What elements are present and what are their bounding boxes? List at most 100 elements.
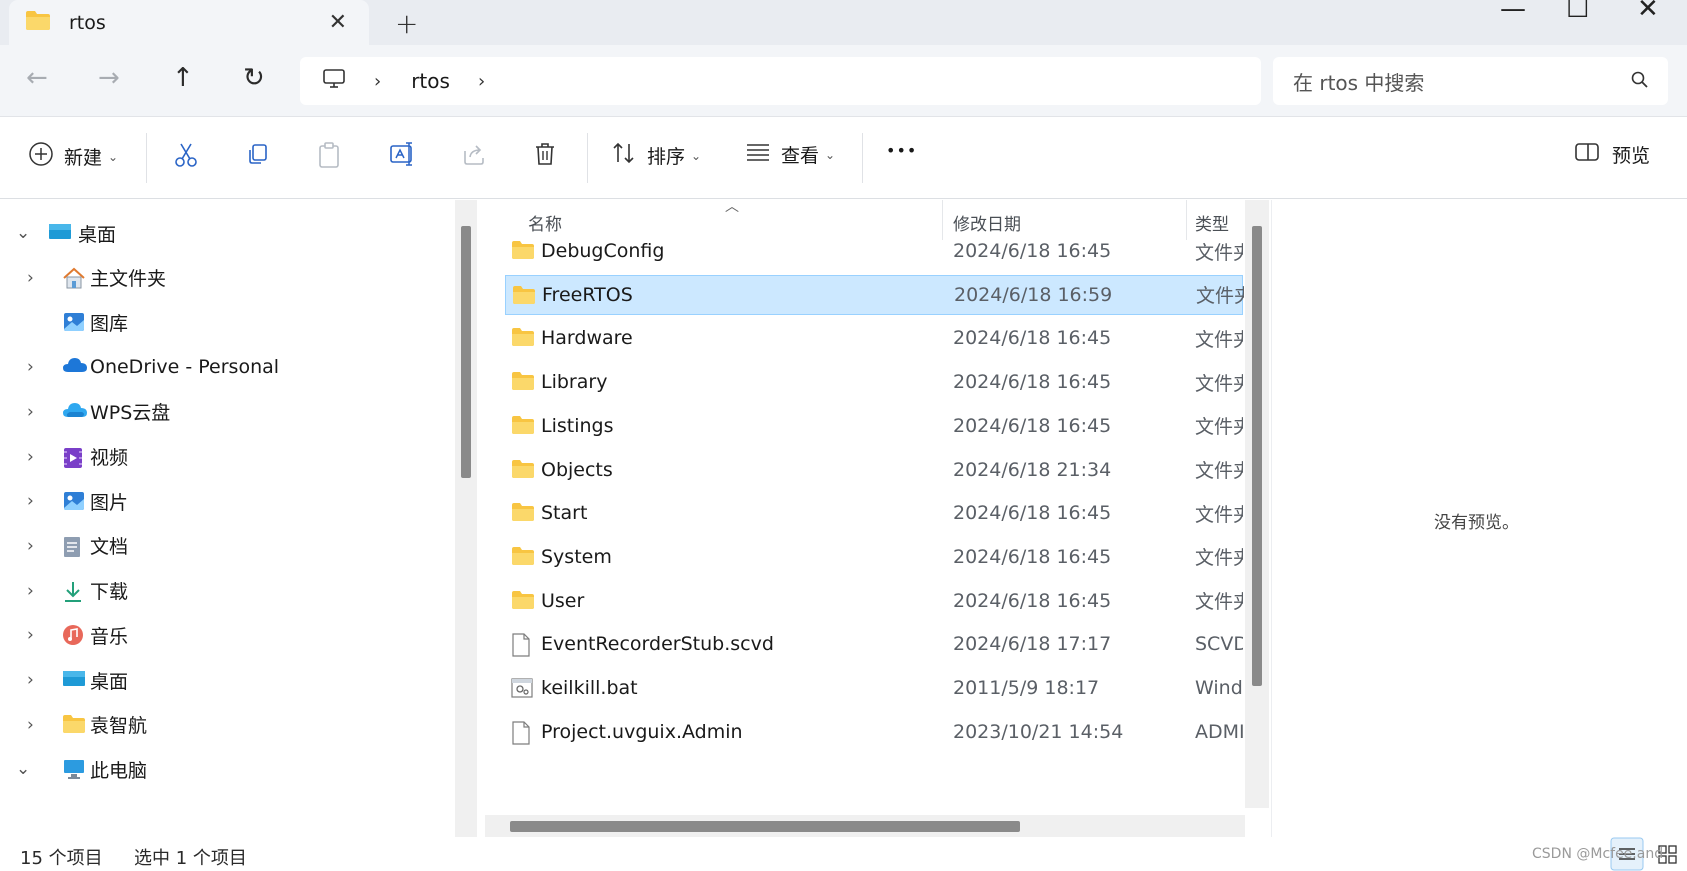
search-icon[interactable] bbox=[1630, 70, 1650, 95]
breadcrumb-separator[interactable]: › bbox=[374, 71, 381, 92]
sidebar-item[interactable]: ⌄ 桌面 bbox=[0, 213, 440, 253]
breadcrumb-separator[interactable]: › bbox=[478, 71, 485, 92]
tab-rtos[interactable]: rtos ✕ bbox=[9, 0, 369, 45]
minimize-button[interactable]: — bbox=[1500, 0, 1526, 24]
sidebar-item-label: 桌面 bbox=[90, 670, 129, 693]
copy-icon bbox=[245, 141, 271, 172]
file-name: EventRecorderStub.scvd bbox=[541, 633, 774, 656]
file-row[interactable]: EventRecorderStub.scvd 2024/6/18 17:17 SCV… bbox=[505, 624, 1243, 664]
file-name: Project.uvguix.Admin bbox=[541, 720, 743, 743]
chevron-down-icon[interactable]: ⌄ bbox=[16, 759, 30, 779]
sidebar-item-label: 文档 bbox=[90, 536, 129, 559]
breadcrumb[interactable]: › rtos › bbox=[300, 57, 1261, 105]
chevron-right-icon[interactable]: › bbox=[27, 491, 34, 511]
watermark: CSDN @Mcfee.and bbox=[1532, 846, 1664, 862]
chevron-right-icon[interactable]: › bbox=[27, 625, 34, 645]
file-date: 2024/6/18 16:45 bbox=[953, 502, 1112, 525]
sidebar-item[interactable]: 图库 bbox=[0, 302, 440, 342]
refresh-button[interactable]: ↻ bbox=[243, 63, 265, 93]
this-pc-icon[interactable] bbox=[322, 68, 346, 95]
more-options-button[interactable]: ••• bbox=[886, 141, 917, 160]
sidebar-item[interactable]: › 主文件夹 bbox=[0, 258, 440, 298]
sidebar-item[interactable]: › 音乐 bbox=[0, 615, 440, 655]
file-row[interactable]: DebugConfig 2024/6/18 16:45 文件夹 bbox=[505, 231, 1243, 271]
sidebar-item[interactable]: ⌄ 此电脑 bbox=[0, 749, 440, 789]
list-horizontal-scrollbar-thumb[interactable] bbox=[510, 821, 1020, 832]
chevron-down-icon: ⌄ bbox=[691, 148, 702, 163]
file-type: 文件夹 bbox=[1195, 372, 1243, 395]
file-row[interactable]: Hardware 2024/6/18 16:45 文件夹 bbox=[505, 318, 1243, 358]
breadcrumb-item-rtos[interactable]: rtos bbox=[411, 69, 450, 93]
file-row[interactable]: Library 2024/6/18 16:45 文件夹 bbox=[505, 362, 1243, 402]
downloads-icon bbox=[62, 580, 84, 609]
file-date: 2011/5/9 18:17 bbox=[953, 677, 1100, 699]
file-row[interactable]: Project.uvguix.Admin 2023/10/21 14:54 ADMI… bbox=[505, 712, 1243, 752]
delete-button[interactable] bbox=[533, 141, 557, 172]
file-row[interactable]: Objects 2024/6/18 21:34 文件夹 bbox=[505, 450, 1243, 490]
sidebar-item-label: 视频 bbox=[90, 447, 129, 469]
file-date: 2023/10/21 14:54 bbox=[953, 720, 1124, 743]
file-row[interactable]: User 2024/6/18 16:45 文件夹 bbox=[505, 581, 1243, 621]
close-window-button[interactable]: ✕ bbox=[1637, 0, 1659, 24]
clipboard-icon bbox=[316, 141, 342, 174]
paste-button[interactable] bbox=[316, 141, 342, 174]
chevron-down-icon[interactable]: ⌄ bbox=[16, 223, 30, 243]
sidebar-item-label: OneDrive - Personal bbox=[90, 356, 280, 379]
file-date: 2024/6/18 16:59 bbox=[954, 283, 1113, 306]
file-date: 2024/6/18 16:45 bbox=[953, 589, 1112, 612]
up-button[interactable]: ↑ bbox=[172, 63, 194, 93]
forward-button[interactable]: → bbox=[98, 63, 120, 93]
file-row[interactable]: Start 2024/6/18 16:45 文件夹 bbox=[505, 493, 1243, 533]
chevron-right-icon[interactable]: › bbox=[27, 715, 34, 735]
sidebar-item[interactable]: › 文档 bbox=[0, 526, 440, 566]
sidebar-item[interactable]: › WPS云盘 bbox=[0, 392, 440, 432]
sort-button[interactable]: 排序 ⌄ bbox=[611, 141, 701, 170]
file-date: 2024/6/18 17:17 bbox=[953, 633, 1112, 656]
preview-pane-button[interactable]: 预览 bbox=[1574, 141, 1650, 168]
nav-scrollbar-thumb[interactable] bbox=[461, 226, 471, 478]
close-tab-icon[interactable]: ✕ bbox=[329, 10, 347, 35]
file-name: Objects bbox=[541, 458, 613, 481]
file-date: 2024/6/18 16:45 bbox=[953, 240, 1112, 262]
chevron-right-icon[interactable]: › bbox=[27, 357, 34, 377]
desktop-icon bbox=[48, 222, 72, 247]
file-row[interactable]: Listings 2024/6/18 16:45 文件夹 bbox=[505, 406, 1243, 446]
chevron-right-icon[interactable]: › bbox=[27, 670, 34, 690]
file-row[interactable]: System 2024/6/18 16:45 文件夹 bbox=[505, 537, 1243, 577]
search-input[interactable]: 在 rtos 中搜索 bbox=[1273, 57, 1668, 105]
file-row[interactable]: keilkill.bat 2011/5/9 18:17 Windows bbox=[505, 668, 1243, 708]
sidebar-item[interactable]: › 下载 bbox=[0, 571, 440, 611]
file-type: 文件夹 bbox=[1195, 591, 1243, 614]
list-vertical-scrollbar-thumb[interactable] bbox=[1252, 226, 1262, 686]
wps-cloud-icon bbox=[62, 401, 88, 424]
chevron-right-icon[interactable]: › bbox=[27, 402, 34, 422]
maximize-button[interactable]: ☐ bbox=[1566, 0, 1589, 24]
file-name: User bbox=[541, 589, 585, 612]
address-bar: ← → ↑ ↻ › rtos › 在 rtos 中搜索 bbox=[0, 45, 1687, 117]
sidebar-item[interactable]: › OneDrive - Personal bbox=[0, 347, 440, 387]
chevron-right-icon[interactable]: › bbox=[27, 536, 34, 556]
back-button[interactable]: ← bbox=[26, 63, 48, 93]
file-name: Library bbox=[541, 371, 608, 394]
folder-icon bbox=[62, 714, 86, 739]
chevron-right-icon[interactable]: › bbox=[27, 447, 34, 467]
sidebar-item-label: WPS云盘 bbox=[90, 402, 171, 425]
sidebar-item[interactable]: › 视频 bbox=[0, 437, 440, 477]
file-name: Start bbox=[541, 502, 588, 525]
share-button[interactable] bbox=[461, 141, 487, 172]
sidebar-item[interactable]: › 图片 bbox=[0, 481, 440, 521]
copy-button[interactable] bbox=[245, 141, 271, 172]
sidebar-item[interactable]: › 袁智航 bbox=[0, 705, 440, 745]
trash-icon bbox=[533, 141, 557, 172]
sidebar-item[interactable]: › 桌面 bbox=[0, 660, 440, 700]
view-button[interactable]: 查看 ⌄ bbox=[745, 141, 835, 168]
sidebar-item-label: 袁智航 bbox=[90, 715, 148, 738]
command-bar: 新建 ⌄ 排序 ⌄ 查看 ⌄ ••• 预览 bbox=[0, 117, 1687, 199]
chevron-right-icon[interactable]: › bbox=[27, 268, 34, 288]
rename-button[interactable] bbox=[389, 141, 417, 172]
cut-button[interactable] bbox=[173, 141, 199, 174]
new-tab-button[interactable]: + bbox=[395, 7, 418, 40]
chevron-right-icon[interactable]: › bbox=[27, 581, 34, 601]
new-button[interactable]: 新建 ⌄ bbox=[28, 141, 118, 172]
file-row[interactable]: FreeRTOS 2024/6/18 16:59 文件夹 bbox=[505, 274, 1244, 315]
